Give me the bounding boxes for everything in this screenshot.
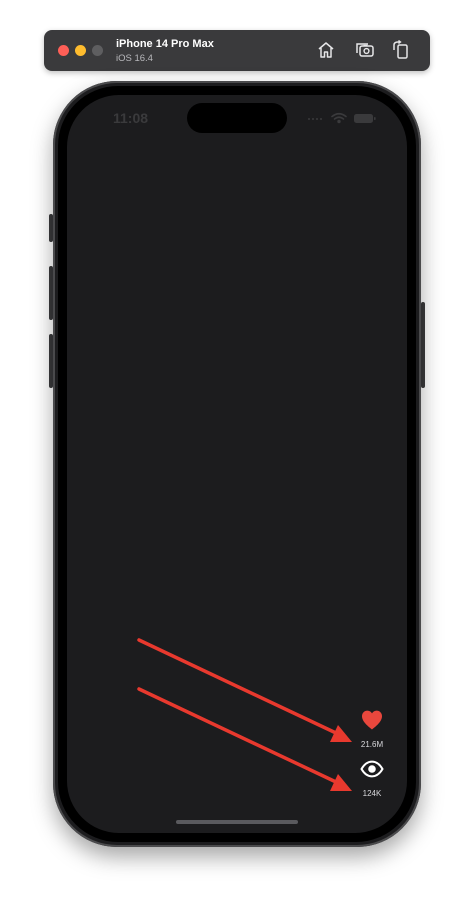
views-indicator[interactable]	[359, 756, 385, 782]
os-version: iOS 16.4	[116, 53, 153, 64]
likes-count: 21.6M	[360, 740, 384, 749]
close-window-button[interactable]	[58, 45, 69, 56]
home-indicator[interactable]	[176, 820, 298, 824]
phone-screen[interactable]	[67, 95, 407, 833]
screenshot-icon	[356, 43, 374, 57]
simulator-title-bar: iPhone 14 Pro Max iOS 16.4	[44, 30, 430, 71]
wifi-icon	[331, 112, 347, 124]
views-count: 124K	[362, 789, 382, 798]
home-icon	[318, 42, 334, 58]
heart-icon	[362, 710, 382, 730]
minimize-window-button[interactable]	[75, 45, 86, 56]
status-icons	[300, 112, 380, 124]
eye-icon	[360, 760, 384, 778]
dynamic-island	[187, 103, 287, 133]
signal-icon	[308, 118, 322, 120]
screenshot-button[interactable]	[355, 40, 375, 60]
status-time: 11:08	[113, 110, 149, 126]
battery-icon	[354, 114, 376, 123]
rotate-button[interactable]	[391, 40, 411, 60]
power-button	[421, 302, 425, 388]
zoom-window-button[interactable]	[92, 45, 103, 56]
like-button[interactable]	[359, 707, 385, 733]
rotate-icon	[393, 40, 408, 59]
home-button[interactable]	[316, 40, 336, 60]
device-name: iPhone 14 Pro Max	[116, 38, 214, 50]
simulator-stage: iPhone 14 Pro Max iOS 16.4 11:08 21.6M 1…	[0, 0, 474, 905]
